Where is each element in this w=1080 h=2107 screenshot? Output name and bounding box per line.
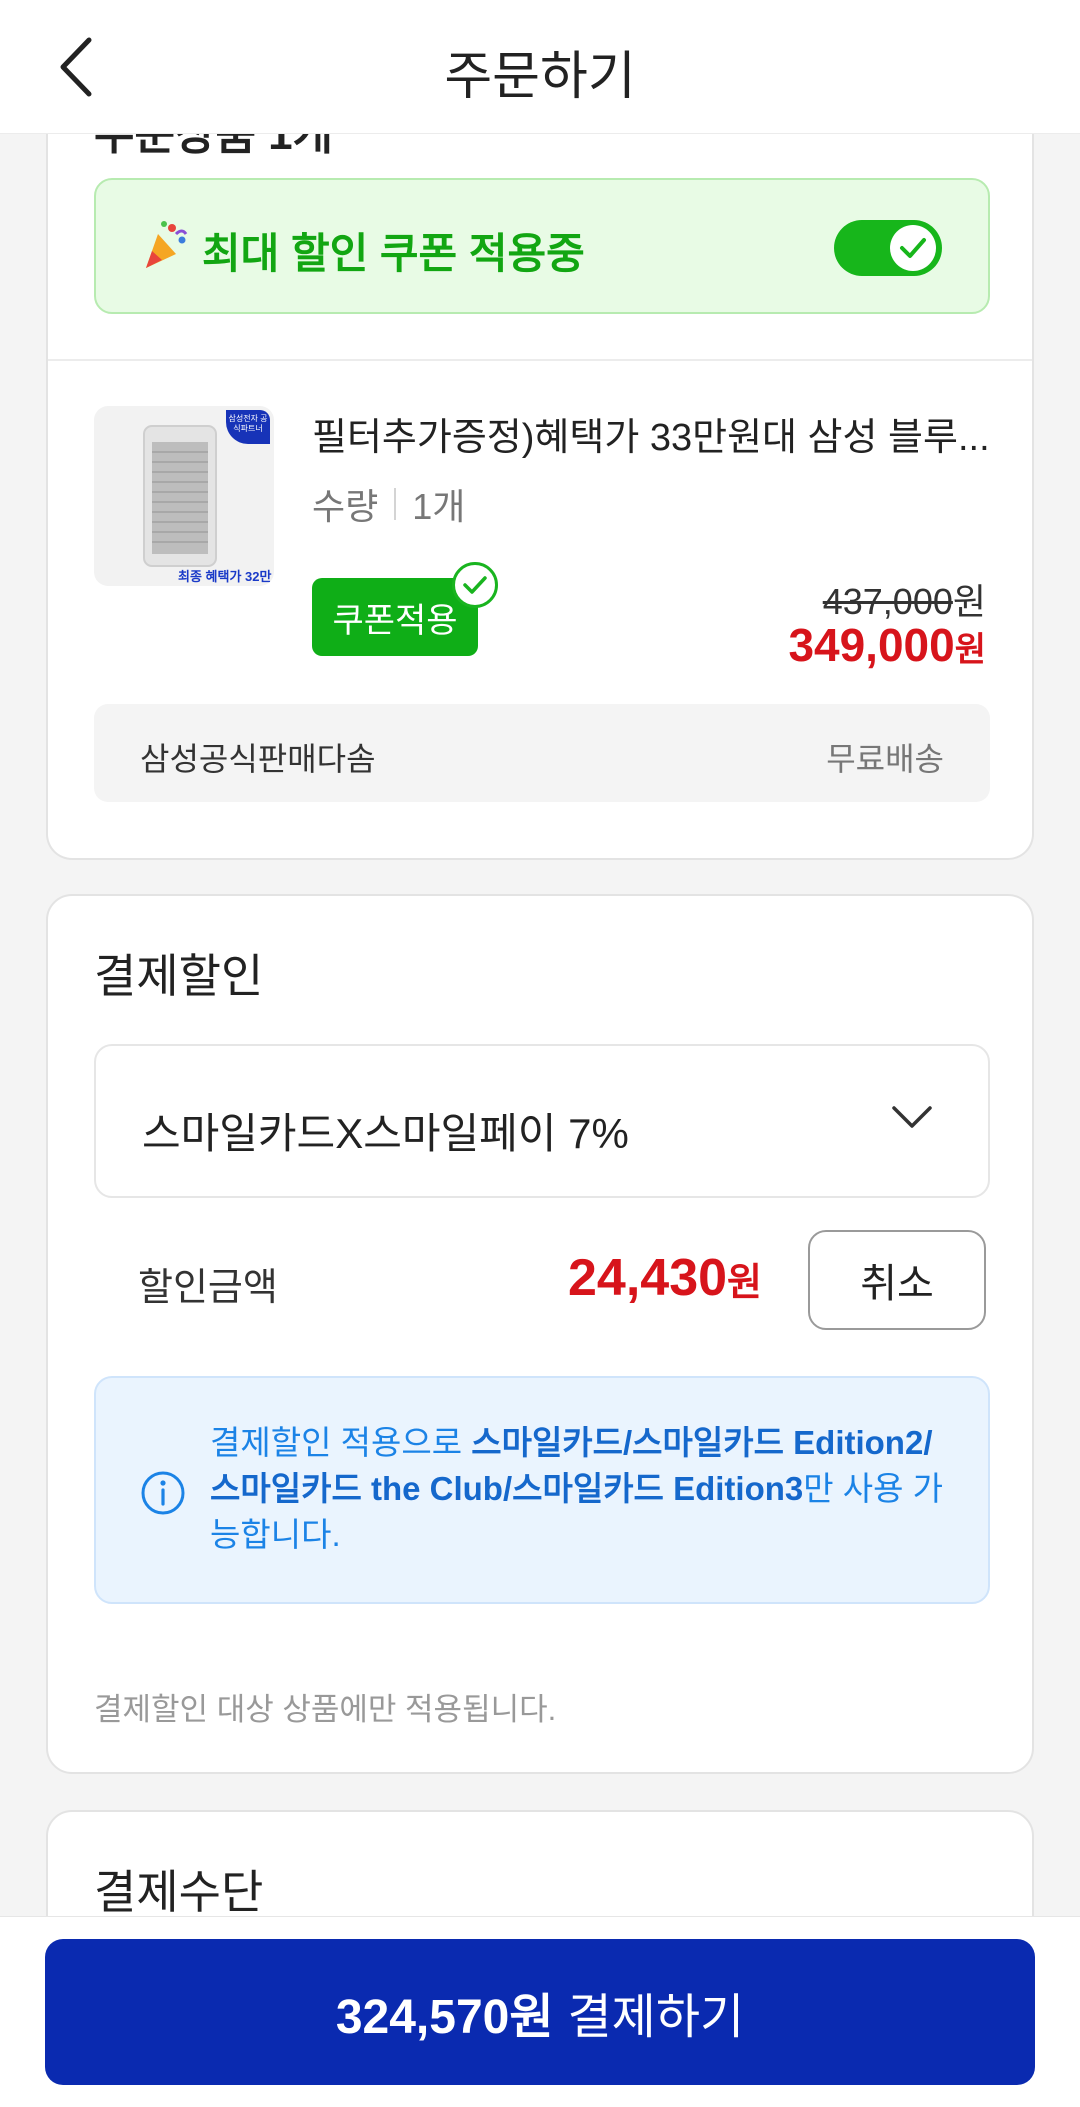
discount-amount-value: 24,430 [567, 1249, 728, 1307]
app-header: 주문하기 [0, 0, 1080, 134]
discount-note: 결제할인 대상 상품에만 적용됩니다. [94, 1692, 557, 1727]
check-icon [463, 576, 487, 594]
info-icon [141, 1471, 185, 1515]
original-price-value: 437,000 [822, 581, 953, 622]
payment-discount-card: 결제할인 스마일카드X스마일페이 7% 할인금액 24,430원 취소 결제할인… [46, 894, 1034, 1774]
shipping-fee: 무료배송 [826, 741, 944, 777]
page-title: 주문하기 [444, 48, 636, 106]
discount-amount-unit: 원 [727, 1262, 762, 1304]
party-popper-icon [146, 221, 188, 268]
info-text-prefix: 결제할인 적용으로 [210, 1424, 472, 1461]
discount-select[interactable]: 스마일카드X스마일페이 7% [94, 1044, 990, 1198]
quantity-separator [394, 488, 397, 520]
toggle-knob [890, 225, 936, 271]
payment-discount-title: 결제할인 [94, 950, 264, 1002]
payment-method-title: 결제수단 [94, 1866, 264, 1918]
divider [48, 359, 1032, 361]
thumb-caption: 최종 혜택가 32만 [178, 569, 272, 584]
max-coupon-text: 최대 할인 쿠폰 적용중 [202, 230, 585, 277]
pay-amount: 324,570원 [335, 1991, 554, 2044]
discount-select-value: 스마일카드X스마일페이 7% [142, 1110, 629, 1157]
shipping-info: 삼성공식판매다솜 무료배송 [94, 704, 990, 802]
sale-price: 349,000원 [788, 618, 986, 672]
sale-price-value: 349,000 [788, 619, 955, 671]
chevron-down-icon [892, 1106, 932, 1128]
bottom-pay-bar: 324,570원 결제하기 [0, 1916, 1080, 2107]
order-items-card: 주문상품 1개 최대 할인 쿠폰 적용중 삼성전자 공식파트너 최종 혜택가 3… [46, 60, 1034, 860]
quantity-value: 1개 [412, 486, 466, 527]
discount-amount-label: 할인금액 [138, 1267, 278, 1309]
discount-info-text: 결제할인 적용으로 스마일카드/스마일카드 Edition2/스마일카드 the… [210, 1420, 950, 1558]
original-price-unit: 원 [952, 581, 986, 622]
coupon-toggle[interactable] [834, 220, 942, 276]
check-icon [900, 238, 926, 258]
quantity-label: 수량 [312, 486, 379, 527]
coupon-check-badge [452, 562, 498, 608]
seller-name: 삼성공식판매다솜 [140, 741, 376, 777]
cancel-discount-button[interactable]: 취소 [808, 1230, 986, 1330]
discount-info-box: 결제할인 적용으로 스마일카드/스마일카드 Edition2/스마일카드 the… [94, 1376, 990, 1604]
quantity-row: 수량 1개 [312, 478, 465, 530]
max-coupon-banner: 최대 할인 쿠폰 적용중 [94, 178, 990, 314]
sale-price-unit: 원 [954, 631, 986, 669]
pay-label: 결제하기 [567, 1991, 745, 2044]
product-name[interactable]: 필터추가증정)혜택가 33만원대 삼성 블루... [312, 406, 992, 461]
pay-button[interactable]: 324,570원 결제하기 [45, 1939, 1035, 2085]
product-thumbnail[interactable]: 삼성전자 공식파트너 최종 혜택가 32만 [94, 406, 274, 586]
discount-amount: 24,430원 [568, 1248, 762, 1308]
